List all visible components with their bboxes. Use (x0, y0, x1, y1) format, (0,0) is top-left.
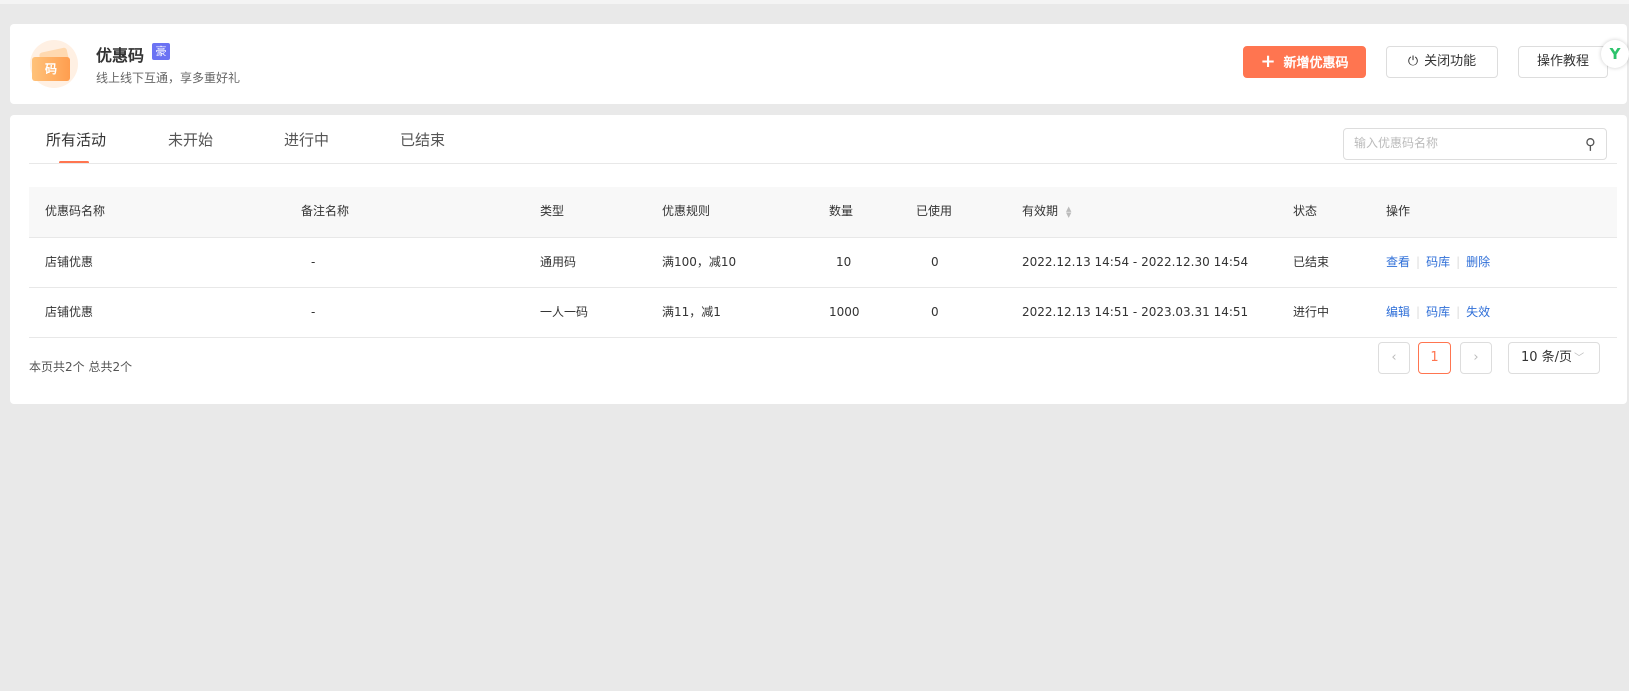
add-coupon-button[interactable]: + 新增优惠码 (1243, 46, 1366, 78)
divider: | (1456, 305, 1461, 319)
divider: | (1416, 255, 1421, 269)
cell-period: 2022.12.13 14:51 - 2023.03.31 14:51 (1022, 305, 1249, 319)
chevron-right-icon: › (1473, 350, 1479, 365)
cell-status: 已结束 (1293, 255, 1330, 269)
col-remark: 备注名称 (301, 204, 350, 218)
header-card: 码 优惠码 豪 线上线下互通，享多重好礼 + 新增优惠码 ⏻ 关闭功能 操作教程 (10, 24, 1627, 104)
power-icon: ⏻ (1407, 54, 1419, 69)
top-bar (0, 0, 1629, 4)
assistant-button[interactable]: Y (1601, 40, 1629, 68)
code-library-link[interactable]: 码库 (1426, 305, 1450, 319)
cell-status: 进行中 (1293, 305, 1330, 319)
page-title: 优惠码 (96, 46, 145, 65)
delete-link[interactable]: 删除 (1466, 255, 1490, 269)
tab-not-started[interactable]: 未开始 (168, 129, 213, 150)
cell-qty: 1000 (829, 305, 860, 319)
col-actions: 操作 (1386, 204, 1411, 218)
close-feature-label: 关闭功能 (1424, 54, 1477, 69)
chevron-down-icon: ﹀ (1574, 353, 1585, 364)
search-input[interactable] (1354, 136, 1564, 150)
col-period[interactable]: 有效期 ▲ ▼ (1022, 187, 1071, 236)
tutorial-button[interactable]: 操作教程 (1518, 46, 1608, 78)
cell-qty: 10 (836, 255, 852, 269)
tab-all[interactable]: 所有活动 (46, 129, 106, 150)
coupon-table: 优惠码名称 备注名称 类型 优惠规则 数量 已使用 有效期 ▲ ▼ 状态 操作 店铺… (29, 187, 1617, 338)
logo-text: 码 (32, 57, 70, 81)
col-qty: 数量 (829, 204, 854, 218)
cell-used: 0 (931, 255, 939, 269)
chevron-left-icon: ‹ (1391, 350, 1397, 365)
search-icon[interactable]: ⚲ (1585, 135, 1596, 153)
main-card: 所有活动 未开始 进行中 已结束 ⚲ 优惠码名称 备注名称 类型 优惠规则 数量… (10, 115, 1627, 404)
search-box[interactable]: ⚲ (1343, 128, 1607, 160)
code-library-link[interactable]: 码库 (1426, 255, 1450, 269)
cell-type: 一人一码 (540, 305, 589, 319)
page-size-select[interactable]: 10 条/页 ﹀ (1508, 342, 1600, 374)
page-size-value: 10 条/页 (1521, 350, 1573, 365)
table-row: 店铺优惠 - 一人一码 满11，减1 1000 0 2022.12.13 14:… (29, 288, 1617, 338)
cell-actions: 编辑 | 码库 | 失效 (1386, 288, 1490, 337)
cell-name: 店铺优惠 (45, 255, 94, 269)
col-type: 类型 (540, 204, 565, 218)
page-subtitle: 线上线下互通，享多重好礼 (96, 71, 241, 85)
invalidate-link[interactable]: 失效 (1466, 305, 1490, 319)
col-rule: 优惠规则 (662, 204, 711, 218)
cell-period: 2022.12.13 14:54 - 2022.12.30 14:54 (1022, 255, 1249, 269)
cell-used: 0 (931, 305, 939, 319)
cell-remark: - (311, 305, 316, 319)
col-status: 状态 (1293, 204, 1318, 218)
plus-icon: + (1260, 51, 1276, 72)
prev-page-button[interactable]: ‹ (1378, 342, 1410, 374)
cell-actions: 查看 | 码库 | 删除 (1386, 238, 1490, 287)
coupon-logo-icon: 码 (30, 40, 78, 88)
tab-in-progress[interactable]: 进行中 (284, 129, 329, 150)
close-feature-button[interactable]: ⏻ 关闭功能 (1386, 46, 1498, 78)
col-name: 优惠码名称 (45, 204, 106, 218)
divider: | (1416, 305, 1421, 319)
table-row: 店铺优惠 - 通用码 满100，减10 10 0 2022.12.13 14:5… (29, 238, 1617, 288)
tab-ended[interactable]: 已结束 (400, 129, 445, 150)
col-used: 已使用 (916, 204, 953, 218)
sort-icon[interactable]: ▲ ▼ (1066, 205, 1071, 218)
col-period-label: 有效期 (1022, 204, 1059, 218)
page-summary: 本页共2个 总共2个 (29, 360, 133, 374)
premium-badge: 豪 (152, 43, 170, 60)
page-button-1[interactable]: 1 (1418, 342, 1451, 374)
next-page-button[interactable]: › (1460, 342, 1492, 374)
cell-rule: 满100，减10 (662, 255, 737, 269)
table-header: 优惠码名称 备注名称 类型 优惠规则 数量 已使用 有效期 ▲ ▼ 状态 操作 (29, 187, 1617, 238)
add-coupon-label: 新增优惠码 (1283, 56, 1349, 71)
cell-rule: 满11，减1 (662, 305, 721, 319)
divider: | (1456, 255, 1461, 269)
cell-name: 店铺优惠 (45, 305, 94, 319)
tab-divider (29, 163, 1617, 164)
view-link[interactable]: 查看 (1386, 255, 1410, 269)
cell-remark: - (311, 255, 316, 269)
cell-type: 通用码 (540, 255, 577, 269)
edit-link[interactable]: 编辑 (1386, 305, 1410, 319)
